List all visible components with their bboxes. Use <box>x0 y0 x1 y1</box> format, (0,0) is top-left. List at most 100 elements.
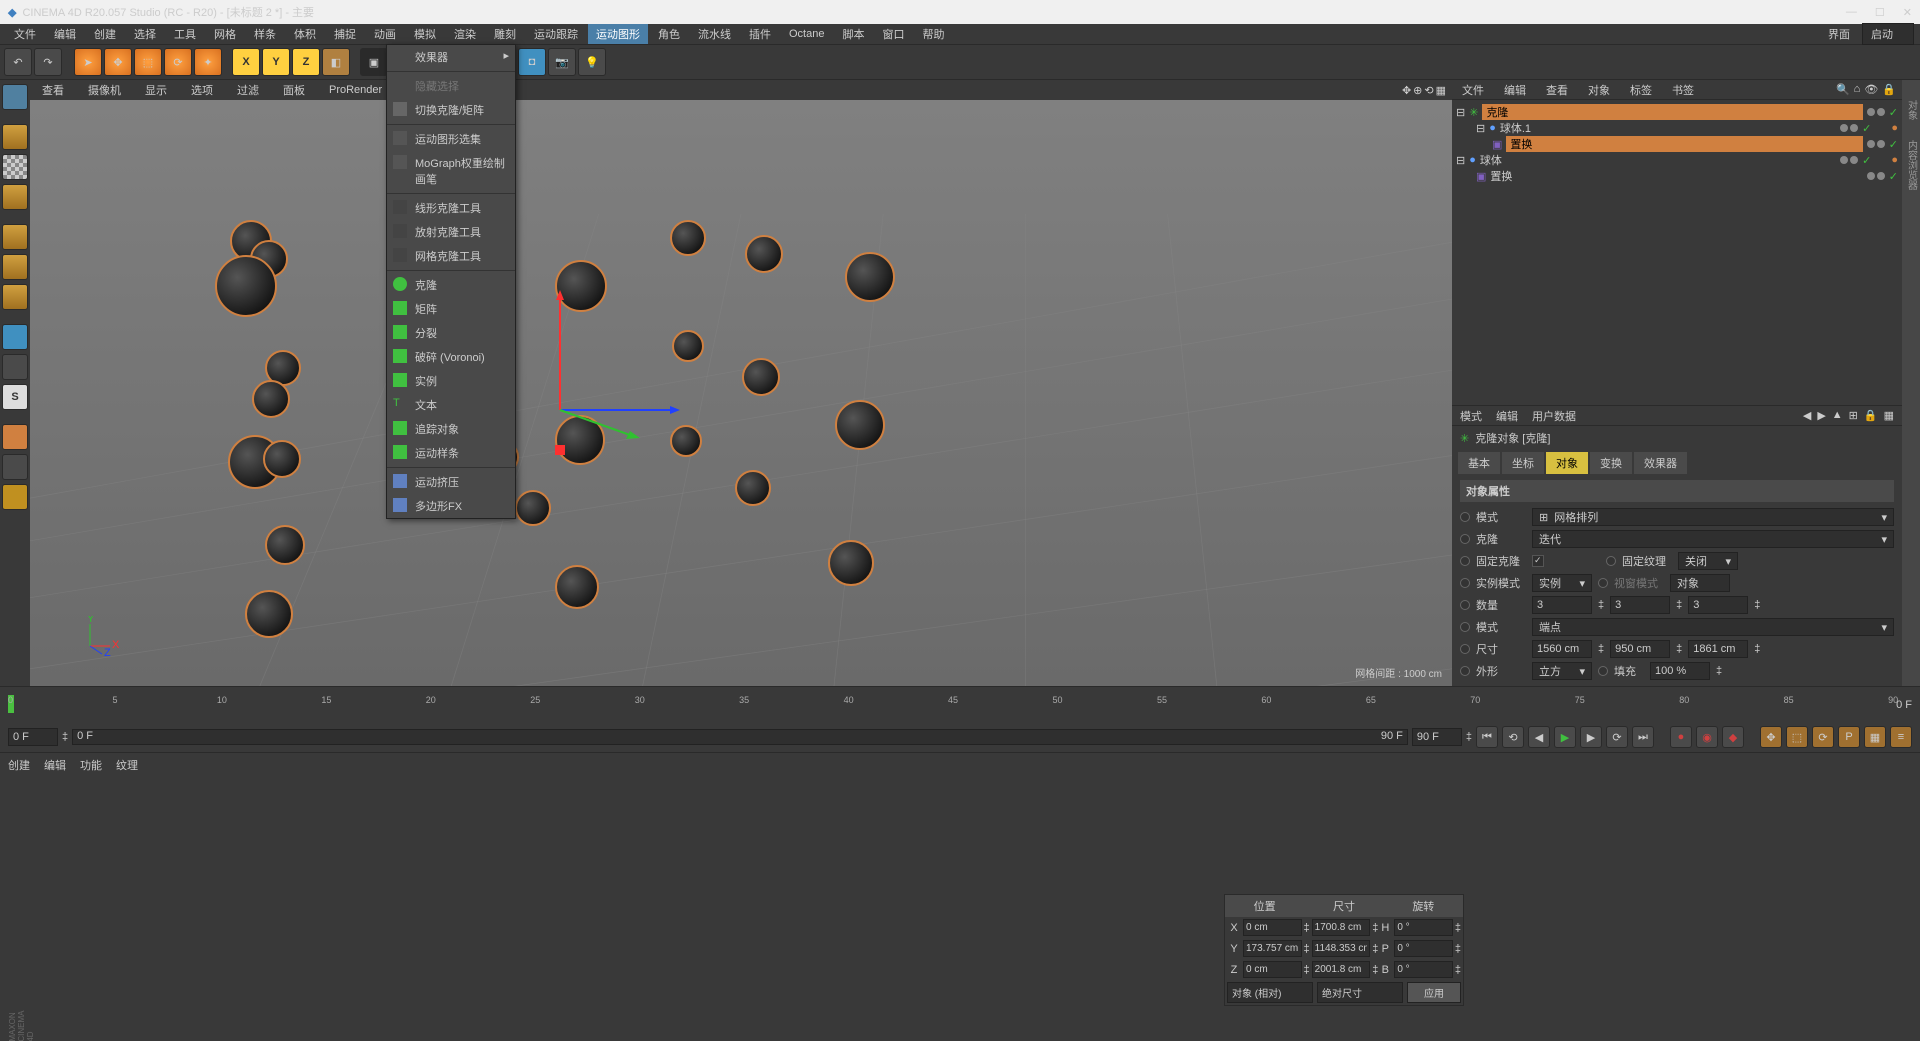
goto-end-button[interactable]: ⏭ <box>1632 726 1654 748</box>
scale-key-button[interactable]: ⬚ <box>1786 726 1808 748</box>
obj-sphere-label[interactable]: 球体 <box>1480 152 1836 168</box>
dd-mgsel[interactable]: 运动图形选集 <box>387 127 515 151</box>
om-tags[interactable]: 标签 <box>1626 80 1656 100</box>
workplane-button[interactable] <box>2 184 28 210</box>
dd-voronoi[interactable]: 破碎 (Voronoi) <box>387 345 515 369</box>
deformer-button[interactable]: ◘ <box>518 48 546 76</box>
dd-radial[interactable]: 放射克隆工具 <box>387 220 515 244</box>
menu-help[interactable]: 帮助 <box>914 24 952 44</box>
sidestrip-label2[interactable]: 内容浏览器 <box>1904 140 1919 190</box>
dd-effectors[interactable]: 效果器▸ <box>387 45 515 69</box>
om-edit[interactable]: 编辑 <box>1500 80 1530 100</box>
om-view[interactable]: 查看 <box>1542 80 1572 100</box>
om-file[interactable]: 文件 <box>1458 80 1488 100</box>
coords-obj-mode[interactable]: 对象 (相对) <box>1227 982 1313 1003</box>
clone-sphere[interactable] <box>252 380 290 418</box>
om-lock-icon[interactable]: 🔒 <box>1882 83 1896 96</box>
tweak-button[interactable] <box>2 424 28 450</box>
menu-volume[interactable]: 体积 <box>286 24 324 44</box>
pla-key-button[interactable]: ▦ <box>1864 726 1886 748</box>
size-z-input[interactable]: 1861 cm <box>1688 640 1748 658</box>
select-tool[interactable]: ➤ <box>74 48 102 76</box>
mode2-dropdown[interactable]: 端点▾ <box>1532 618 1894 636</box>
close-button[interactable]: ✕ <box>1903 6 1912 19</box>
menu-window[interactable]: 窗口 <box>874 24 912 44</box>
menu-pipeline[interactable]: 流水线 <box>690 24 739 44</box>
sidestrip-label1[interactable]: 对象 <box>1904 100 1919 120</box>
vp-view[interactable]: 查看 <box>36 80 70 100</box>
count-x-input[interactable]: 3 <box>1532 596 1592 614</box>
vp-options[interactable]: 选项 <box>185 80 219 100</box>
rot-key-button[interactable]: ⟳ <box>1812 726 1834 748</box>
vp-cameras[interactable]: 摄像机 <box>82 80 127 100</box>
range-slider[interactable]: 0 F90 F <box>72 729 1408 745</box>
menu-edit[interactable]: 编辑 <box>46 24 84 44</box>
count-y-input[interactable]: 3 <box>1610 596 1670 614</box>
lock-button[interactable] <box>2 454 28 480</box>
tab-transform[interactable]: 变换 <box>1590 452 1632 474</box>
vp-panel[interactable]: 面板 <box>277 80 311 100</box>
menu-tracking[interactable]: 运动跟踪 <box>526 24 586 44</box>
pos-z-input[interactable] <box>1243 961 1302 978</box>
model-mode-button[interactable] <box>2 124 28 150</box>
inst-dropdown[interactable]: 实例▾ <box>1532 574 1592 592</box>
current-frame-input[interactable]: 0 F <box>8 728 58 746</box>
clone-sphere[interactable] <box>742 358 780 396</box>
point-mode-button[interactable] <box>2 224 28 250</box>
clone-sphere[interactable] <box>245 590 293 638</box>
shape-dropdown[interactable]: 立方▾ <box>1532 662 1592 680</box>
axis-z-button[interactable]: Z <box>292 48 320 76</box>
menu-character[interactable]: 角色 <box>650 24 688 44</box>
menu-tools[interactable]: 工具 <box>166 24 204 44</box>
size-x-input[interactable] <box>1312 919 1371 936</box>
move-tool[interactable]: ✥ <box>104 48 132 76</box>
obj-bend-label[interactable]: 置换 <box>1506 136 1862 152</box>
size-y-input[interactable] <box>1312 940 1371 957</box>
axis-x-button[interactable]: X <box>232 48 260 76</box>
next-key-button[interactable]: ⟳ <box>1606 726 1628 748</box>
size-y-input[interactable]: 950 cm <box>1610 640 1670 658</box>
dd-matrix[interactable]: 矩阵 <box>387 297 515 321</box>
axis-y-button[interactable]: Y <box>262 48 290 76</box>
menu-plugins[interactable]: 插件 <box>741 24 779 44</box>
tab-effectors[interactable]: 效果器 <box>1634 452 1687 474</box>
clone-sphere[interactable] <box>263 440 301 478</box>
render-view-button[interactable]: ▣ <box>360 48 388 76</box>
om-search-icon[interactable]: 🔍 <box>1836 83 1850 96</box>
attr-mode[interactable]: 模式 <box>1460 408 1482 424</box>
vp-filter[interactable]: 过滤 <box>231 80 265 100</box>
tree-bend2[interactable]: ▣ 置换 ✓ <box>1456 168 1898 184</box>
param-key-button[interactable]: P <box>1838 726 1860 748</box>
vp-display[interactable]: 显示 <box>139 80 173 100</box>
undo-button[interactable]: ↶ <box>4 48 32 76</box>
dd-extrude[interactable]: 运动挤压 <box>387 470 515 494</box>
clone-sphere[interactable] <box>265 525 305 565</box>
om-home-icon[interactable]: ⌂ <box>1854 83 1861 96</box>
menu-render[interactable]: 渲染 <box>446 24 484 44</box>
dd-tracer[interactable]: 追踪对象 <box>387 417 515 441</box>
mat-func[interactable]: 功能 <box>80 757 102 773</box>
om-eye-icon[interactable]: 👁 <box>1864 83 1878 96</box>
tree-sphere1[interactable]: ⊟● 球体.1 ✓● <box>1456 120 1898 136</box>
light-button[interactable]: 💡 <box>578 48 606 76</box>
rot-p-input[interactable] <box>1394 940 1453 957</box>
tree-sphere[interactable]: ⊟● 球体 ✓● <box>1456 152 1898 168</box>
axis-button[interactable] <box>2 324 28 350</box>
vis-dropdown[interactable]: 对象 <box>1670 574 1730 592</box>
clone-sphere[interactable] <box>845 252 895 302</box>
clone-sphere[interactable] <box>670 220 706 256</box>
coords-apply-button[interactable]: 应用 <box>1407 982 1461 1003</box>
clone-dropdown[interactable]: 迭代▾ <box>1532 530 1894 548</box>
clone-sphere[interactable] <box>835 400 885 450</box>
tab-coord[interactable]: 坐标 <box>1502 452 1544 474</box>
last-tool[interactable]: ✦ <box>194 48 222 76</box>
vp-zoom-icon[interactable]: ⊕ <box>1413 84 1422 97</box>
prev-key-button[interactable]: ⟲ <box>1502 726 1524 748</box>
prev-frame-button[interactable]: ◀ <box>1528 726 1550 748</box>
vp-nav-icon[interactable]: ✥ <box>1402 84 1411 97</box>
out-frame-input[interactable]: 90 F <box>1412 728 1462 746</box>
viewport-solo-button[interactable] <box>2 354 28 380</box>
dd-grid[interactable]: 网格克隆工具 <box>387 244 515 268</box>
dd-text[interactable]: T文本 <box>387 393 515 417</box>
dd-toggle[interactable]: 切换克隆/矩阵 <box>387 98 515 122</box>
